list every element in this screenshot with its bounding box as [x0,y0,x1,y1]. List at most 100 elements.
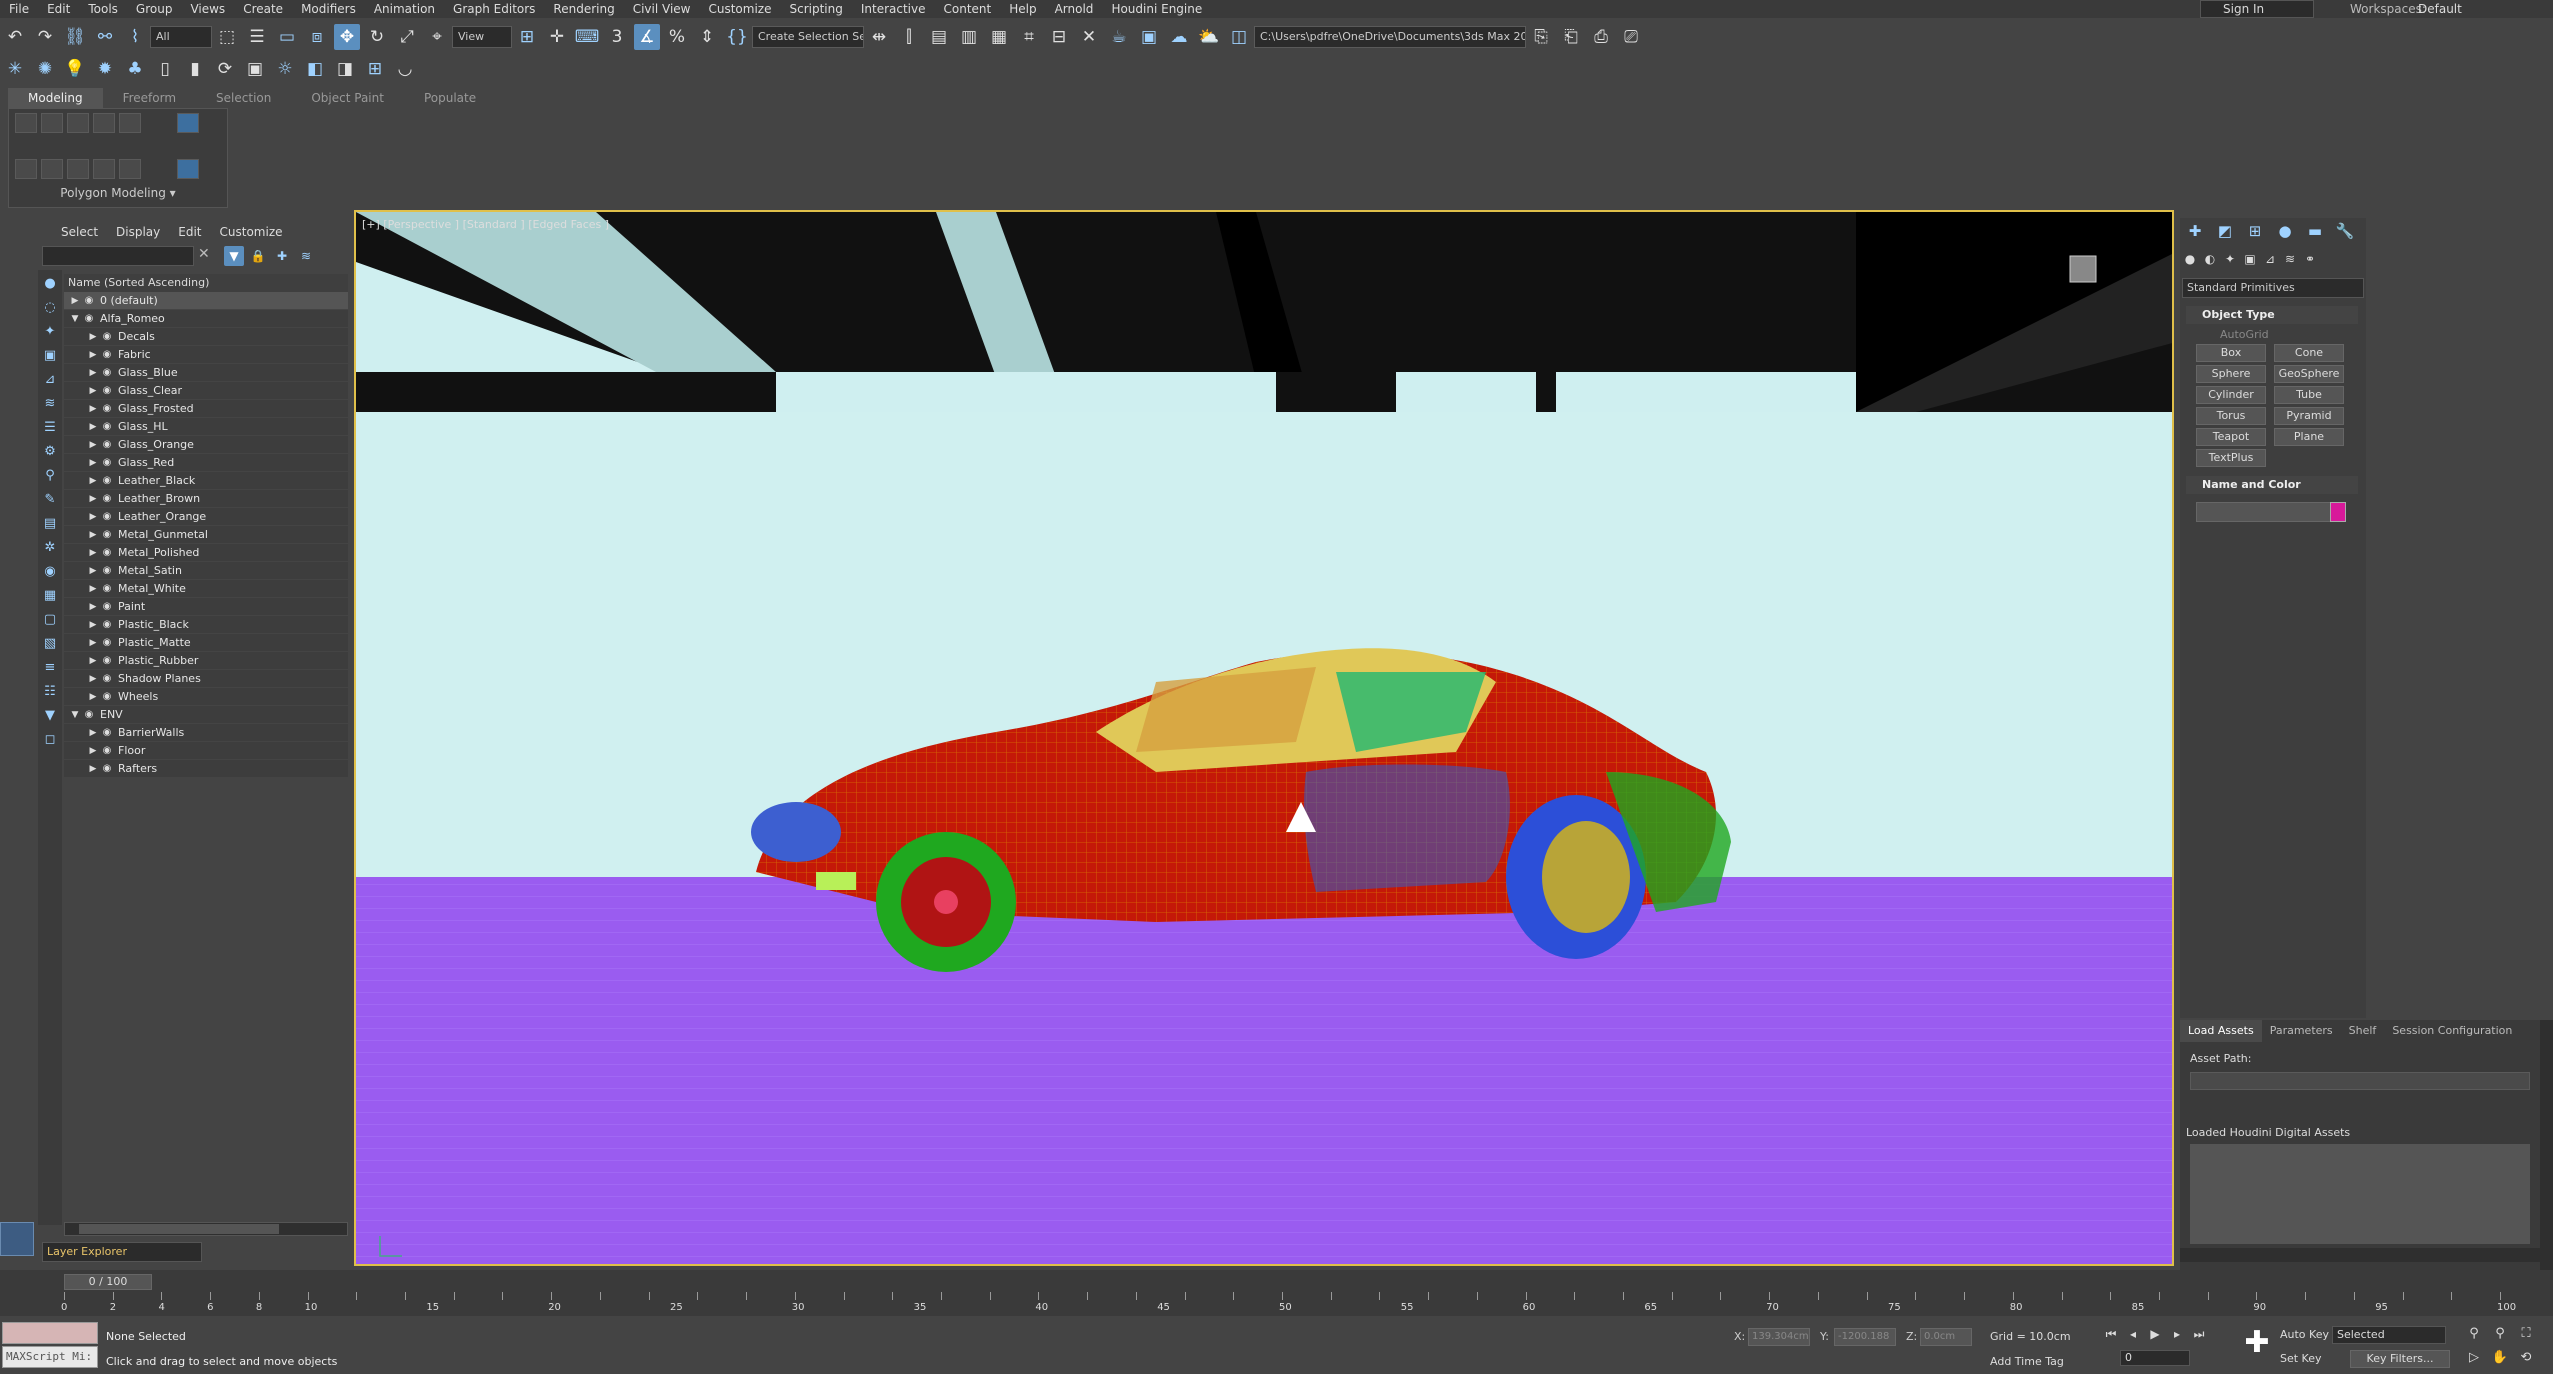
ribbon-modify-mode2-button[interactable] [177,159,199,179]
ribbon-tool4-button[interactable] [93,159,115,179]
add-time-tag[interactable]: Add Time Tag [1990,1355,2064,1368]
display-cameras-icon[interactable]: ▣ [40,344,60,366]
set-key-plus-icon[interactable]: ✚ [2240,1324,2274,1364]
autogrid-checkbox[interactable]: AutoGrid [2220,328,2269,341]
expand-triangle-icon[interactable]: ▶ [86,404,100,414]
expand-triangle-icon[interactable]: ▶ [68,296,82,306]
collapse-triangle-icon[interactable]: ▼ [68,314,82,324]
arnold-lightbulb-icon[interactable]: ☼ [272,56,298,82]
layer-row[interactable]: ▶ ◉ Plastic_Rubber [64,652,348,670]
toggle-ribbon-icon[interactable]: ▦ [986,24,1012,50]
display-hidden-icon[interactable]: ◉ [40,560,60,582]
create-sphere-button[interactable]: Sphere [2196,365,2266,383]
create-geosphere-button[interactable]: GeoSphere [2274,365,2344,383]
object-color-swatch[interactable] [2330,502,2346,522]
create-torus-button[interactable]: Torus [2196,407,2266,425]
arnold-book-icon[interactable]: ▯ [152,56,178,82]
layer-row[interactable]: ▶ ◉ 0 (default) [64,292,348,310]
expand-triangle-icon[interactable]: ▶ [86,368,100,378]
ribbon-modify-mode-button[interactable] [177,113,199,133]
expand-triangle-icon[interactable]: ▶ [86,764,100,774]
menu-houdini-engine[interactable]: Houdini Engine [1102,0,1211,18]
go-to-end-icon[interactable]: ⏭ [2188,1322,2210,1346]
spacewarps-category-icon[interactable]: ≋ [2280,248,2300,270]
ribbon-vertex-button[interactable] [15,113,37,133]
curve-editor-icon[interactable]: ⌗ [1016,24,1042,50]
visibility-eye-icon[interactable]: ◉ [100,367,114,378]
menu-tools[interactable]: Tools [79,0,127,18]
layer-row[interactable]: ▶ ◉ Shadow Planes [64,670,348,688]
layer-row[interactable]: ▶ ◉ Leather_Orange [64,508,348,526]
expand-triangle-icon[interactable]: ▶ [86,728,100,738]
scene-horizontal-scrollbar[interactable] [64,1222,348,1236]
ribbon-tab-modeling[interactable]: Modeling [8,88,103,108]
a360-gallery-icon[interactable]: ◫ [1226,24,1252,50]
select-and-move-icon[interactable]: ✥ [334,24,360,50]
layer-row[interactable]: ▶ ◉ Metal_Polished [64,544,348,562]
shapes-category-icon[interactable]: ◐ [2200,248,2220,270]
layer-row[interactable]: ▶ ◉ Paint [64,598,348,616]
visibility-eye-icon[interactable]: ◉ [82,709,96,720]
layer-row[interactable]: ▶ ◉ Glass_Frosted [64,400,348,418]
display-children-icon[interactable]: ≡ [40,656,60,678]
set-project-icon[interactable]: ⎗ [1558,24,1584,50]
layer-explorer-dropdown[interactable]: Layer Explorer [42,1242,202,1262]
menu-modifiers[interactable]: Modifiers [292,0,365,18]
arnold-window-icon[interactable]: ◧ [302,56,328,82]
ribbon-tab-selection[interactable]: Selection [196,88,291,108]
primitive-category-dropdown[interactable]: Standard Primitives [2182,278,2364,298]
window-crossing-icon[interactable]: ⧈ [304,24,330,50]
houdini-tab-parameters[interactable]: Parameters [2262,1020,2341,1042]
undo-icon[interactable]: ↶ [2,24,28,50]
utilities-tab-icon[interactable]: 🔧 [2330,218,2360,244]
collapse-icon[interactable]: ◻ [40,728,60,750]
orbit-icon[interactable]: ⟲ [2516,1348,2536,1368]
display-invert-icon[interactable]: ▧ [40,632,60,654]
expand-triangle-icon[interactable]: ▶ [86,530,100,540]
unlink-icon[interactable]: ⚯ [92,24,118,50]
helpers-category-icon[interactable]: ⊿ [2260,248,2280,270]
menu-group[interactable]: Group [127,0,182,18]
select-and-rotate-icon[interactable]: ↻ [364,24,390,50]
layer-stack-icon[interactable]: ≋ [296,246,316,266]
motion-tab-icon[interactable]: ● [2270,218,2300,244]
layer-row[interactable]: ▶ ◉ Glass_HL [64,418,348,436]
arnold-light-icon[interactable]: ✳ [2,56,28,82]
layer-row[interactable]: ▶ ◉ Glass_Blue [64,364,348,382]
layer-row[interactable]: ▶ ◉ Decals [64,328,348,346]
rendered-frame-window-icon[interactable]: ▣ [1136,24,1162,50]
ribbon-edge-button[interactable] [41,113,63,133]
clear-search-icon[interactable]: ✕ [198,246,212,266]
expand-triangle-icon[interactable]: ▶ [86,440,100,450]
menu-create[interactable]: Create [234,0,292,18]
create-textplus-button[interactable]: TextPlus [2196,449,2266,467]
display-xrefs-icon[interactable]: ⚙ [40,440,60,462]
menu-views[interactable]: Views [181,0,234,18]
project-folder-icon[interactable]: ⎘ [1528,24,1554,50]
rectangular-selection-icon[interactable]: ▭ [274,24,300,50]
layer-row[interactable]: ▶ ◉ Wheels [64,688,348,706]
menu-customize[interactable]: Customize [699,0,780,18]
lock-cell-icon[interactable]: 🔒 [248,246,268,266]
layer-row[interactable]: ▶ ◉ Leather_Brown [64,490,348,508]
visibility-eye-icon[interactable]: ◉ [100,547,114,558]
visibility-eye-icon[interactable]: ◉ [100,745,114,756]
menu-scripting[interactable]: Scripting [780,0,851,18]
current-frame-field[interactable]: 0 [2120,1350,2190,1366]
create-plane-button[interactable]: Plane [2274,428,2344,446]
select-and-scale-icon[interactable]: ⤢ [394,24,420,50]
scene-menu-edit[interactable]: Edit [169,222,210,242]
expand-triangle-icon[interactable]: ▶ [86,494,100,504]
arnold-grid-icon[interactable]: ⊞ [362,56,388,82]
toggle-scene-explorer-icon[interactable]: ▤ [926,24,952,50]
arnold-tree-icon[interactable]: ♣ [122,56,148,82]
ribbon-tool5-button[interactable] [119,159,141,179]
houdini-tab-session-configuration[interactable]: Session Configuration [2384,1020,2520,1042]
layer-row[interactable]: ▶ ◉ Glass_Clear [64,382,348,400]
visibility-eye-icon[interactable]: ◉ [100,385,114,396]
visibility-eye-icon[interactable]: ◉ [82,295,96,306]
zoom-icon[interactable]: ⚲ [2464,1324,2484,1344]
previous-frame-icon[interactable]: ◂ [2122,1322,2144,1346]
next-frame-icon[interactable]: ▸ [2166,1322,2188,1346]
create-box-button[interactable]: Box [2196,344,2266,362]
